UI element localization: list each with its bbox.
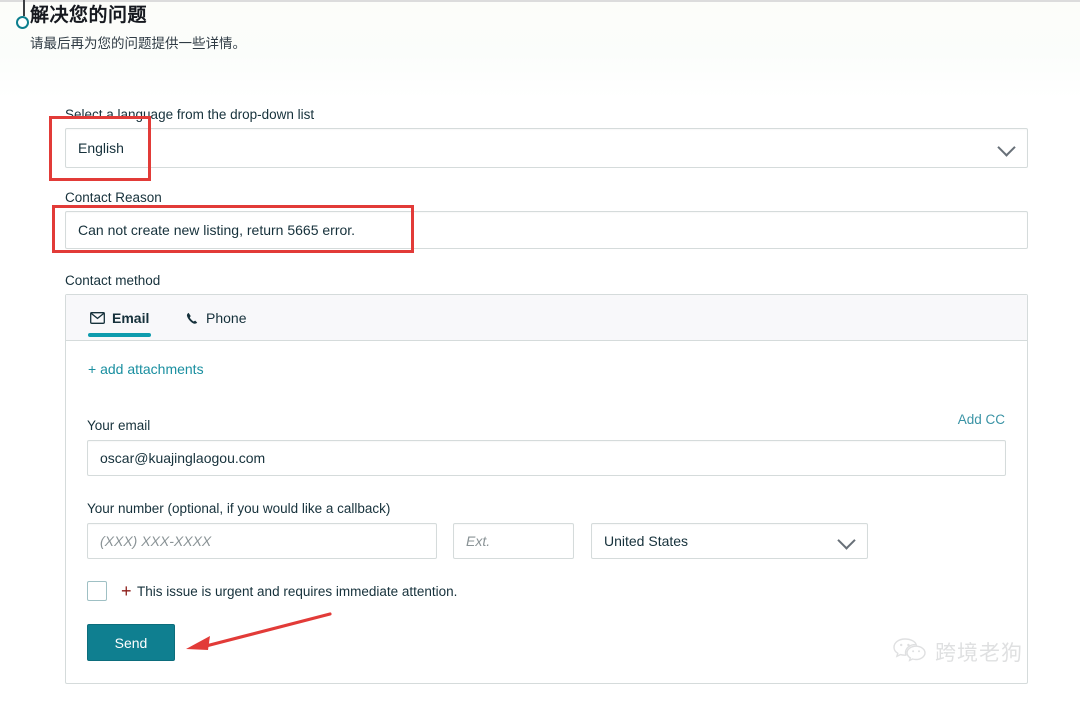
phone-number-input[interactable]: (XXX) XXX-XXXX — [87, 523, 437, 559]
watermark-text: 跨境老狗 — [935, 641, 1023, 665]
contact-reason-input[interactable]: Can not create new listing, return 5665 … — [65, 211, 1028, 249]
your-number-label: Your number (optional, if you would like… — [87, 501, 391, 516]
language-select[interactable]: English — [65, 128, 1028, 168]
chevron-down-icon — [997, 138, 1016, 157]
tab-phone-label: Phone — [206, 310, 247, 326]
phone-icon — [186, 312, 199, 325]
page-subtitle: 请最后再为您的问题提供一些详情。 — [30, 36, 246, 51]
language-label: Select a language from the drop-down lis… — [65, 107, 315, 122]
send-button[interactable]: Send — [87, 624, 175, 661]
chevron-down-icon — [837, 531, 856, 550]
stepper-connector-line — [23, 0, 25, 16]
country-select[interactable]: United States — [591, 523, 868, 559]
contact-method-tab-bar: Email Phone — [66, 295, 1027, 341]
your-email-label: Your email — [87, 418, 151, 433]
urgent-plus-icon: + — [121, 581, 132, 601]
urgent-checkbox[interactable] — [87, 581, 107, 601]
email-input-value: oscar@kuajinglaogou.com — [100, 450, 266, 466]
contact-method-panel: Email Phone + add attachments Add CC — [65, 294, 1028, 684]
language-select-value: English — [78, 140, 124, 156]
urgent-label: This issue is urgent and requires immedi… — [137, 584, 458, 599]
add-cc-link[interactable]: Add CC — [958, 412, 1005, 427]
page-title: 解决您的问题 — [30, 5, 148, 26]
phone-extension-placeholder: Ext. — [466, 533, 491, 549]
email-input[interactable]: oscar@kuajinglaogou.com — [87, 440, 1006, 476]
envelope-icon — [90, 312, 105, 324]
country-select-value: United States — [604, 533, 689, 549]
tab-email[interactable]: Email — [88, 295, 152, 341]
wechat-icon — [893, 637, 927, 668]
contact-method-label: Contact method — [65, 273, 161, 288]
tab-phone[interactable]: Phone — [184, 295, 248, 341]
phone-extension-input[interactable]: Ext. — [453, 523, 574, 559]
stepper-dot — [16, 16, 29, 29]
add-attachments-link[interactable]: + add attachments — [88, 361, 204, 377]
contact-reason-value: Can not create new listing, return 5665 … — [78, 222, 356, 238]
phone-number-placeholder: (XXX) XXX-XXXX — [100, 533, 212, 549]
tab-email-label: Email — [112, 310, 150, 326]
watermark: 跨境老狗 — [893, 632, 1058, 672]
contact-reason-label: Contact Reason — [65, 190, 162, 205]
